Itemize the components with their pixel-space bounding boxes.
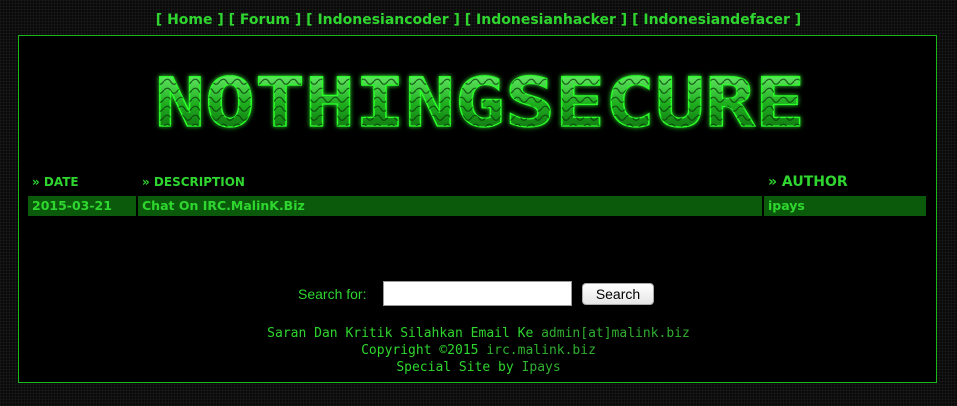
footer-email-link[interactable]: admin[at]malink.biz [541, 326, 690, 341]
footer-copyright-text: Copyright ©2015 [361, 343, 479, 358]
nav-link-forum[interactable]: Forum [240, 12, 290, 28]
footer-site-link[interactable]: irc.malink.biz [486, 343, 596, 358]
bracket-close: ] [448, 12, 460, 28]
table-row[interactable]: 2015-03-21 Chat On IRC.MalinK.Biz ipays [28, 196, 928, 216]
bracket-open: [ [632, 12, 644, 28]
nav-link-indonesiancoder[interactable]: Indonesiancoder [317, 12, 448, 28]
nav-link-indonesianhacker[interactable]: Indonesianhacker [476, 12, 616, 28]
bracket-close: ] [789, 12, 802, 28]
table-header: » DATE » DESCRIPTION » AUTHOR [28, 174, 928, 190]
nav-link-home[interactable]: Home [167, 12, 212, 28]
row-author: ipays [764, 196, 926, 216]
logo-texture: NOTHINGSECURE [155, 68, 805, 138]
bracket-open: [ [228, 12, 240, 28]
footer-credits-text: Special Site by [396, 360, 514, 375]
site-logo: NOTHINGSECURE NOTHINGSECURE [154, 68, 805, 138]
footer-contact-text: Saran Dan Kritik Silahkan Email Ke [267, 326, 534, 341]
search-input[interactable] [383, 281, 572, 306]
search-form: Search for: Search [0, 281, 957, 307]
column-header-date: » DATE [32, 175, 79, 189]
bracket-close: ] [615, 12, 628, 28]
top-navigation: [ Home ] [ Forum ] [ Indonesiancoder ] [… [0, 12, 957, 28]
bracket-close: ] [212, 12, 224, 28]
search-button[interactable]: Search [582, 283, 654, 305]
column-header-author: » AUTHOR [768, 174, 848, 190]
row-date: 2015-03-21 [28, 196, 136, 216]
bracket-close: ] [290, 12, 302, 28]
footer-line-credits: Special Site by Ipays [0, 359, 957, 376]
bracket-open: [ [306, 12, 318, 28]
search-label: Search for: [298, 286, 367, 302]
nav-link-indonesiandefacer[interactable]: Indonesiandefacer [643, 12, 790, 28]
row-description-link[interactable]: Chat On IRC.MalinK.Biz [138, 196, 762, 216]
footer-author-link[interactable]: Ipays [522, 360, 561, 375]
footer-line-contact: Saran Dan Kritik Silahkan Email Ke admin… [0, 325, 957, 342]
bracket-open: [ [464, 12, 477, 28]
footer-line-copyright: Copyright ©2015 irc.malink.biz [0, 342, 957, 359]
bracket-open: [ [155, 12, 168, 28]
column-header-description: » DESCRIPTION [142, 175, 245, 189]
